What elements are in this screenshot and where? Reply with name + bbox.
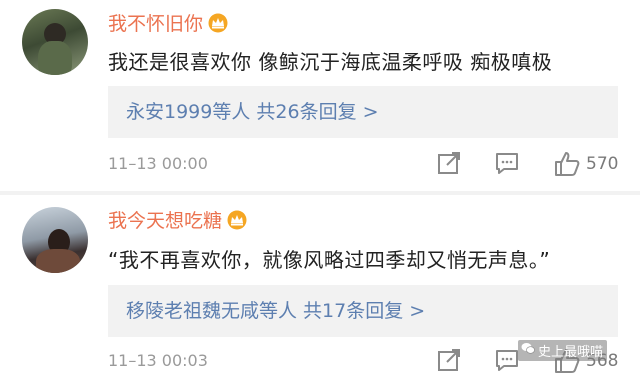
avatar[interactable]: [22, 207, 88, 273]
username[interactable]: 我不怀旧你: [108, 9, 229, 36]
share-icon[interactable]: [436, 150, 462, 176]
replies-summary-link[interactable]: 永安1999等人 共26条回复 >: [108, 86, 618, 138]
comment-time: 11–13 00:00: [108, 154, 208, 173]
share-icon[interactable]: [436, 347, 462, 373]
crown-badge-icon: [227, 210, 247, 230]
like-icon[interactable]: [553, 150, 581, 178]
like-count: 570: [586, 154, 619, 174]
avatar[interactable]: [22, 9, 88, 75]
wechat-icon: [521, 343, 535, 354]
crown-badge-icon: [208, 13, 228, 33]
username[interactable]: 我今天想吃糖: [108, 206, 248, 233]
comment-text: 我还是很喜欢你 像鲸沉于海底温柔呼吸 痴极嗔极: [108, 50, 553, 74]
comment-time: 11–13 00:03: [108, 351, 208, 370]
comment-text: “我不再喜欢你，就像风略过四季却又悄无声息。”: [108, 248, 551, 272]
comment-icon[interactable]: [494, 150, 520, 176]
replies-summary-link[interactable]: 移陵老祖魏无咸等人 共17条回复 >: [108, 285, 618, 337]
watermark: 史上最哦喵: [518, 340, 608, 361]
comment-item: 我不怀旧你 我还是很喜欢你 像鲸沉于海底温柔呼吸 痴极嗔极 永安1999等人 共…: [0, 0, 640, 191]
comment-icon[interactable]: [494, 347, 520, 373]
